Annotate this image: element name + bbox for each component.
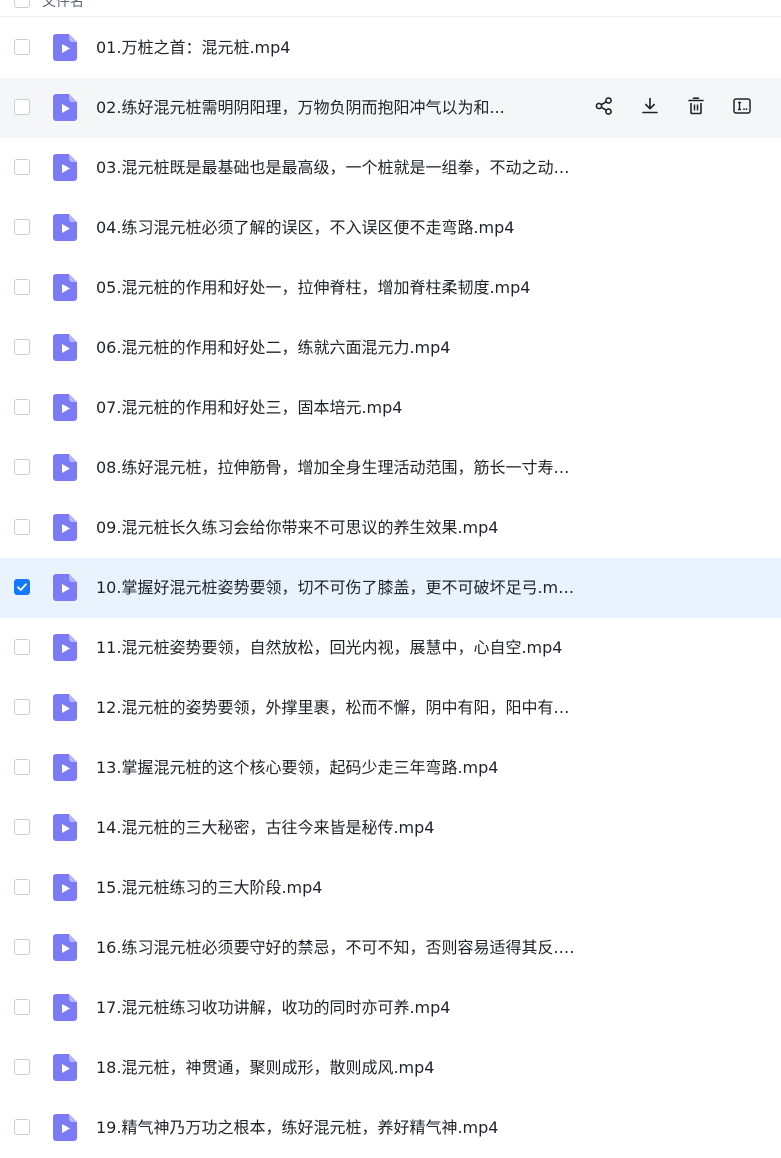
file-name[interactable]: 04.练习混元桩必须了解的误区，不入误区便不走弯路.mp4 (96, 218, 514, 238)
video-file-icon (53, 1114, 77, 1141)
file-row[interactable]: 07.混元桩的作用和好处三，固本培元.mp4 (0, 378, 781, 438)
video-file-icon (53, 394, 77, 421)
file-name[interactable]: 07.混元桩的作用和好处三，固本培元.mp4 (96, 398, 402, 418)
list-header: 文件名 (0, 0, 781, 17)
select-all-checkbox[interactable] (14, 0, 30, 8)
file-name[interactable]: 02.练好混元桩需明阴阳理，万物负阴而抱阳冲气以为和... (96, 98, 505, 118)
file-row[interactable]: 11.混元桩姿势要领，自然放松，回光内视，展慧中，心自空.mp4 (0, 618, 781, 678)
download-icon (640, 96, 660, 120)
file-list: 01.万桩之首：混元桩.mp4 02.练好混元桩需明阴阳理，万物负阴而抱阳冲气以… (0, 18, 781, 1158)
download-button[interactable] (636, 94, 664, 122)
row-checkbox[interactable] (14, 939, 30, 955)
video-file-icon (53, 754, 77, 781)
trash-icon (686, 96, 706, 120)
video-file-icon (53, 454, 77, 481)
row-checkbox[interactable] (14, 639, 30, 655)
row-actions (590, 94, 756, 122)
file-name[interactable]: 11.混元桩姿势要领，自然放松，回光内视，展慧中，心自空.mp4 (96, 638, 562, 658)
file-name[interactable]: 18.混元桩，神贯通，聚则成形，散则成风.mp4 (96, 1058, 434, 1078)
video-file-icon (53, 934, 77, 961)
row-checkbox[interactable] (14, 759, 30, 775)
file-name[interactable]: 13.掌握混元桩的这个核心要领，起码少走三年弯路.mp4 (96, 758, 498, 778)
file-row[interactable]: 10.掌握好混元桩姿势要领，切不可伤了膝盖，更不可破坏足弓.mp4 (0, 558, 781, 618)
share-button[interactable] (590, 94, 618, 122)
video-file-icon (53, 514, 77, 541)
file-name[interactable]: 14.混元桩的三大秘密，古往今来皆是秘传.mp4 (96, 818, 434, 838)
file-name[interactable]: 06.混元桩的作用和好处二，练就六面混元力.mp4 (96, 338, 450, 358)
file-row[interactable]: 03.混元桩既是最基础也是最高级，一个桩就是一组拳，不动之动是真动.mp4 (0, 138, 781, 198)
file-row[interactable]: 18.混元桩，神贯通，聚则成形，散则成风.mp4 (0, 1038, 781, 1098)
file-row[interactable]: 06.混元桩的作用和好处二，练就六面混元力.mp4 (0, 318, 781, 378)
rename-button[interactable] (728, 94, 756, 122)
file-row[interactable]: 04.练习混元桩必须了解的误区，不入误区便不走弯路.mp4 (0, 198, 781, 258)
row-checkbox[interactable] (14, 999, 30, 1015)
video-file-icon (53, 634, 77, 661)
video-file-icon (53, 814, 77, 841)
file-row[interactable]: 02.练好混元桩需明阴阳理，万物负阴而抱阳冲气以为和... (0, 78, 781, 138)
video-file-icon (53, 1054, 77, 1081)
delete-button[interactable] (682, 94, 710, 122)
video-file-icon (53, 274, 77, 301)
file-name[interactable]: 17.混元桩练习收功讲解，收功的同时亦可养.mp4 (96, 998, 450, 1018)
file-name[interactable]: 03.混元桩既是最基础也是最高级，一个桩就是一组拳，不动之动是真动.mp4 (96, 158, 576, 178)
file-name[interactable]: 08.练好混元桩，拉伸筋骨，增加全身生理活动范围，筋长一寸寿长十年.mp4 (96, 458, 576, 478)
video-file-icon (53, 154, 77, 181)
file-row[interactable]: 19.精气神乃万功之根本，练好混元桩，养好精气神.mp4 (0, 1098, 781, 1158)
video-file-icon (53, 94, 77, 121)
file-row[interactable]: 12.混元桩的姿势要领，外撑里裹，松而不懈，阴中有阳，阳中有阴.mp4 (0, 678, 781, 738)
row-checkbox[interactable] (14, 579, 30, 595)
video-file-icon (53, 694, 77, 721)
row-checkbox[interactable] (14, 99, 30, 115)
video-file-icon (53, 994, 77, 1021)
row-checkbox[interactable] (14, 1059, 30, 1075)
row-checkbox[interactable] (14, 279, 30, 295)
file-row[interactable]: 01.万桩之首：混元桩.mp4 (0, 18, 781, 78)
video-file-icon (53, 874, 77, 901)
row-checkbox[interactable] (14, 219, 30, 235)
row-checkbox[interactable] (14, 819, 30, 835)
video-file-icon (53, 334, 77, 361)
file-row[interactable]: 09.混元桩长久练习会给你带来不可思议的养生效果.mp4 (0, 498, 781, 558)
row-checkbox[interactable] (14, 459, 30, 475)
file-name[interactable]: 05.混元桩的作用和好处一，拉伸脊柱，增加脊柱柔韧度.mp4 (96, 278, 530, 298)
file-name[interactable]: 10.掌握好混元桩姿势要领，切不可伤了膝盖，更不可破坏足弓.mp4 (96, 578, 576, 598)
video-file-icon (53, 34, 77, 61)
file-name[interactable]: 19.精气神乃万功之根本，练好混元桩，养好精气神.mp4 (96, 1118, 498, 1138)
row-checkbox[interactable] (14, 159, 30, 175)
video-file-icon (53, 214, 77, 241)
file-name[interactable]: 01.万桩之首：混元桩.mp4 (96, 38, 290, 58)
column-header-filename: 文件名 (42, 0, 84, 10)
row-checkbox[interactable] (14, 699, 30, 715)
share-icon (594, 96, 614, 120)
file-name[interactable]: 12.混元桩的姿势要领，外撑里裹，松而不懈，阴中有阳，阳中有阴.mp4 (96, 698, 576, 718)
file-row[interactable]: 16.练习混元桩必须要守好的禁忌，不可不知，否则容易适得其反.mp4 (0, 918, 781, 978)
file-row[interactable]: 15.混元桩练习的三大阶段.mp4 (0, 858, 781, 918)
file-row[interactable]: 08.练好混元桩，拉伸筋骨，增加全身生理活动范围，筋长一寸寿长十年.mp4 (0, 438, 781, 498)
row-checkbox[interactable] (14, 339, 30, 355)
row-checkbox[interactable] (14, 39, 30, 55)
row-checkbox[interactable] (14, 399, 30, 415)
rename-icon (732, 96, 752, 120)
file-row[interactable]: 17.混元桩练习收功讲解，收功的同时亦可养.mp4 (0, 978, 781, 1038)
file-row[interactable]: 05.混元桩的作用和好处一，拉伸脊柱，增加脊柱柔韧度.mp4 (0, 258, 781, 318)
row-checkbox[interactable] (14, 1119, 30, 1135)
file-row[interactable]: 13.掌握混元桩的这个核心要领，起码少走三年弯路.mp4 (0, 738, 781, 798)
file-row[interactable]: 14.混元桩的三大秘密，古往今来皆是秘传.mp4 (0, 798, 781, 858)
row-checkbox[interactable] (14, 519, 30, 535)
file-name[interactable]: 15.混元桩练习的三大阶段.mp4 (96, 878, 322, 898)
video-file-icon (53, 574, 77, 601)
file-name[interactable]: 09.混元桩长久练习会给你带来不可思议的养生效果.mp4 (96, 518, 498, 538)
file-name[interactable]: 16.练习混元桩必须要守好的禁忌，不可不知，否则容易适得其反.mp4 (96, 938, 576, 958)
row-checkbox[interactable] (14, 879, 30, 895)
